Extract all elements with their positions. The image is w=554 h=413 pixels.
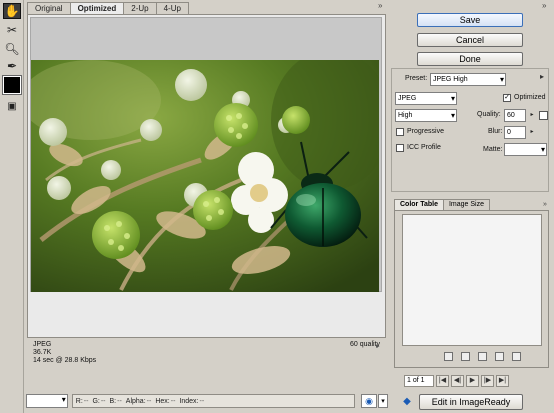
readout-index-label: Index: — [179, 397, 199, 405]
browser-dropdown-icon[interactable]: ▾ — [378, 394, 388, 408]
compression-value: High — [398, 112, 413, 119]
progressive-label: Progressive — [407, 128, 444, 135]
matte-label: Matte: — [483, 146, 503, 153]
readout-r-value: -- — [83, 397, 89, 405]
view-tabs: Original Optimized 2-Up 4-Up — [27, 2, 189, 14]
optimization-settings: Preset: JPEG High ▾ ▸ JPEG ▾ ✓ Optimized H… — [391, 68, 549, 192]
zoom-select[interactable] — [26, 394, 68, 408]
quality-mask-icon[interactable] — [539, 111, 548, 120]
icc-profile-label: ICC Profile — [407, 144, 441, 151]
readout-g-label: G: — [92, 397, 100, 405]
quality-value: 60 — [507, 112, 515, 119]
status-bar: R:-- G:-- B:-- Alpha:-- Hex:-- Index:-- … — [26, 393, 388, 409]
info-size: 36.7K — [33, 349, 52, 356]
chevron-down-icon: ▾ — [540, 145, 545, 154]
readout-b-label: B: — [109, 397, 117, 405]
info-download-time: 14 sec @ 28.8 Kbps — [33, 357, 97, 364]
tab-color-table[interactable]: Color Table — [394, 199, 444, 210]
imageready-icon[interactable]: ◆ — [400, 396, 414, 409]
previous-frame-icon[interactable]: ◀| — [451, 375, 464, 387]
color-table-swatches[interactable] — [402, 214, 542, 346]
readout-hex-value: -- — [170, 397, 176, 405]
double-chevron-icon[interactable]: » — [542, 1, 546, 10]
blur-label: Blur: — [488, 128, 503, 135]
animation-controls: 1 of 1 |◀ ◀| ▶ |▶ ▶| — [404, 375, 549, 387]
slice-select-icon[interactable]: ✂ — [3, 22, 21, 38]
chevron-down-icon: ▾ — [499, 75, 504, 84]
web-shift-icon[interactable] — [444, 352, 453, 361]
optimize-menu-icon[interactable]: ▸ — [540, 72, 544, 81]
last-frame-icon[interactable]: ▶| — [496, 375, 509, 387]
preset-value: JPEG High — [433, 76, 468, 83]
optimized-checkbox[interactable]: ✓ — [503, 94, 511, 102]
first-frame-icon[interactable]: |◀ — [436, 375, 449, 387]
image-info: JPEG 36.7K 14 sec @ 28.8 Kbps — [33, 341, 96, 365]
done-button[interactable]: Done — [417, 52, 523, 66]
preset-label: Preset: — [405, 75, 428, 82]
lock-color-icon[interactable] — [461, 352, 470, 361]
save-button[interactable]: Save — [417, 13, 523, 27]
tab-original[interactable]: Original — [27, 2, 71, 14]
tab-2-up[interactable]: 2-Up — [123, 2, 157, 14]
format-select[interactable]: JPEG ▾ — [395, 92, 457, 105]
readout-g-value: -- — [100, 397, 106, 405]
matte-select[interactable]: ▾ — [504, 143, 547, 156]
double-chevron-icon[interactable]: » — [378, 1, 382, 10]
frame-counter: 1 of 1 — [404, 375, 434, 387]
readout-alpha-label: Alpha: — [125, 397, 146, 405]
color-readout: R: -- G: -- B: -- Alpha: -- Hex: -- Index: -- — [71, 394, 356, 408]
chevron-down-icon: ▾ — [450, 111, 455, 120]
info-menu-icon[interactable]: ▸ — [376, 342, 380, 350]
chevron-down-icon: ▾ — [450, 94, 455, 103]
preview-in-browser-icon[interactable]: ◉ — [361, 394, 378, 408]
preview-image — [31, 60, 379, 292]
eyedropper-color-swatch[interactable] — [3, 76, 21, 94]
color-table-tabs: Color Table Image Size — [394, 199, 491, 210]
readout-alpha-value: -- — [146, 397, 152, 405]
readout-index-value: -- — [199, 397, 205, 405]
eyedropper-icon[interactable]: ✒ — [3, 58, 21, 74]
trash-icon[interactable] — [512, 352, 521, 361]
tab-optimized[interactable]: Optimized — [69, 2, 125, 14]
info-format: JPEG — [33, 341, 52, 348]
cancel-button[interactable]: Cancel — [417, 33, 523, 47]
toolbox: ✋ ✂ 🔍︎ ✒ ▣ — [0, 0, 24, 413]
double-chevron-icon[interactable]: » — [543, 201, 547, 208]
tab-image-size[interactable]: Image Size — [442, 199, 491, 210]
edit-in-imageready-button[interactable]: Edit in ImageReady — [419, 394, 523, 410]
next-frame-icon[interactable]: |▶ — [481, 375, 494, 387]
tab-4-up[interactable]: 4-Up — [155, 2, 189, 14]
compression-select[interactable]: High ▾ — [395, 109, 457, 122]
progressive-checkbox[interactable] — [396, 128, 404, 136]
toggle-slices-icon[interactable]: ▣ — [3, 99, 21, 115]
blur-input[interactable]: 0 — [504, 126, 526, 139]
hand-icon[interactable]: ✋ — [3, 3, 21, 19]
quality-label: Quality: — [477, 111, 501, 118]
format-value: JPEG — [398, 95, 417, 102]
preset-select[interactable]: JPEG High ▾ — [430, 73, 506, 86]
readout-hex-label: Hex: — [155, 397, 170, 405]
color-table-actions — [444, 352, 521, 361]
optimized-label: Optimized — [514, 94, 546, 101]
blur-slider-arrow-icon[interactable]: ▸ — [528, 126, 536, 138]
new-color-icon[interactable] — [495, 352, 504, 361]
readout-b-value: -- — [117, 397, 122, 405]
icc-profile-checkbox[interactable] — [396, 144, 404, 152]
play-icon[interactable]: ▶ — [466, 375, 479, 387]
quality-input[interactable]: 60 — [504, 109, 526, 122]
quality-slider-arrow-icon[interactable]: ▸ — [528, 109, 536, 121]
zoom-icon[interactable]: 🔍︎ — [3, 41, 21, 57]
readout-r-label: R: — [75, 397, 83, 405]
lock-icon[interactable] — [478, 352, 487, 361]
blur-value: 0 — [507, 129, 511, 136]
